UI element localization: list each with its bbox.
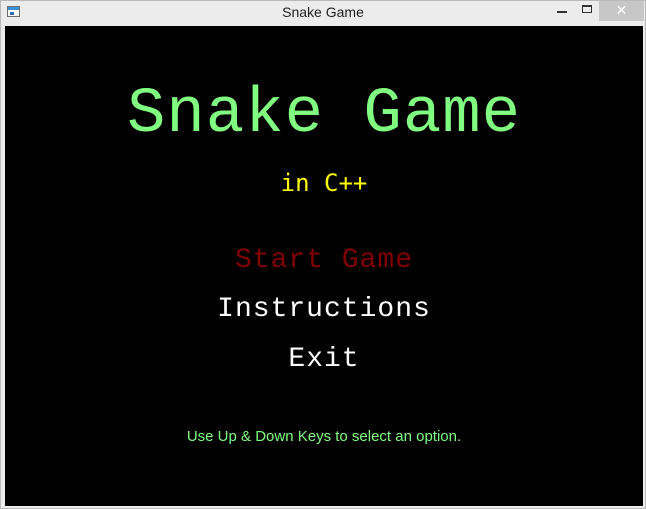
game-title: Snake Game <box>126 79 522 151</box>
app-window: Snake Game ✕ Snake Game in C++ Start Gam… <box>0 0 646 509</box>
title-bar[interactable]: Snake Game ✕ <box>1 1 645 26</box>
minimize-icon <box>557 11 567 13</box>
controls-hint: Use Up & Down Keys to select an option. <box>186 428 462 445</box>
menu-item-instructions[interactable]: Instructions <box>5 292 643 328</box>
minimize-button[interactable] <box>549 1 575 21</box>
game-canvas[interactable]: Snake Game in C++ Start Game Instruction… <box>5 26 643 506</box>
menu-item-exit[interactable]: Exit <box>5 342 643 378</box>
close-icon: ✕ <box>615 3 628 19</box>
maximize-icon <box>582 5 592 13</box>
close-button[interactable]: ✕ <box>599 1 644 21</box>
game-subtitle: in C++ <box>280 169 368 197</box>
maximize-button[interactable] <box>575 1 599 21</box>
menu-item-start-game[interactable]: Start Game <box>5 243 643 279</box>
